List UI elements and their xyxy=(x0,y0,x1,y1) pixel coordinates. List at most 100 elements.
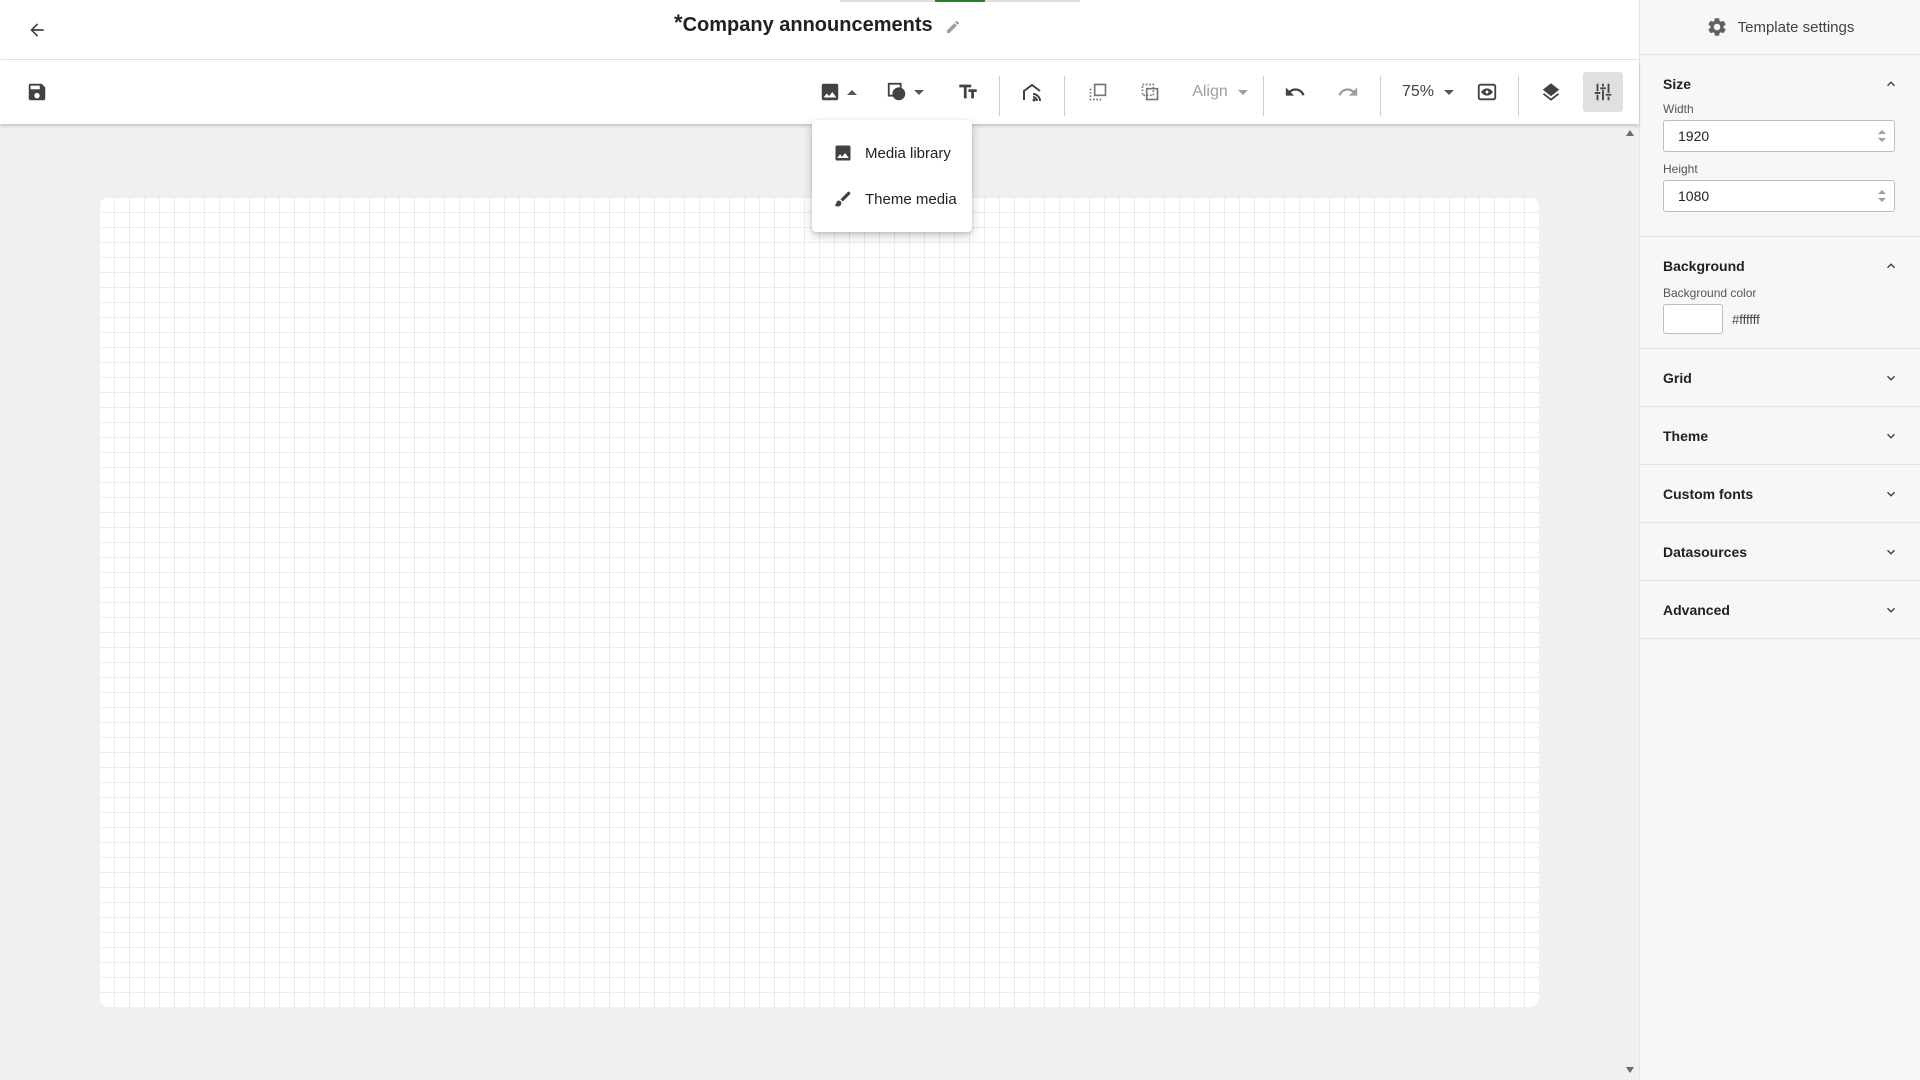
spin-down-icon[interactable] xyxy=(1878,138,1886,142)
add-shape-button[interactable] xyxy=(883,76,927,108)
add-text-button[interactable] xyxy=(955,76,981,108)
size-section-body: Width Height xyxy=(1640,102,1920,236)
layers-icon xyxy=(1542,83,1560,101)
template-canvas[interactable] xyxy=(99,197,1539,1007)
back-button[interactable] xyxy=(22,15,52,45)
background-color-value: #ffffff xyxy=(1732,311,1760,327)
toolbar-divider xyxy=(1380,76,1381,116)
send-backward-button[interactable] xyxy=(1137,76,1163,108)
chevron-down-icon xyxy=(914,89,924,95)
width-stepper[interactable] xyxy=(1878,130,1886,142)
send-backward-icon xyxy=(1141,83,1159,101)
image-icon xyxy=(835,145,851,161)
height-input[interactable] xyxy=(1678,188,1848,204)
spin-up-icon[interactable] xyxy=(1878,190,1886,194)
section-title: Advanced xyxy=(1663,601,1730,618)
menu-item-theme-media[interactable]: Theme media xyxy=(812,176,972,222)
bring-forward-button[interactable] xyxy=(1085,76,1111,108)
editor-workspace[interactable] xyxy=(0,124,1639,1080)
layers-button[interactable] xyxy=(1537,76,1565,108)
advanced-section: Advanced xyxy=(1640,581,1920,639)
height-stepper[interactable] xyxy=(1878,190,1886,202)
save-icon xyxy=(28,83,46,101)
chevron-down-icon xyxy=(1237,89,1248,95)
menu-item-media-library[interactable]: Media library xyxy=(812,130,972,176)
section-title: Size xyxy=(1663,75,1692,92)
chevron-up-icon xyxy=(1886,262,1896,268)
scroll-up-arrow-icon[interactable] xyxy=(1626,130,1634,136)
save-button[interactable] xyxy=(24,76,50,108)
datasources-section-header[interactable]: Datasources xyxy=(1640,523,1920,580)
custom-fonts-section-header[interactable]: Custom fonts xyxy=(1640,465,1920,522)
toolbar-divider xyxy=(1518,76,1519,116)
panel-header: Template settings xyxy=(1640,0,1920,55)
chevron-down-icon xyxy=(1886,549,1896,555)
toolbar-divider xyxy=(999,76,1000,116)
chevron-down-icon xyxy=(1886,491,1896,497)
loading-indicator xyxy=(840,0,1080,2)
title-bar: *Company announcements xyxy=(0,0,1639,60)
widget-icon xyxy=(1023,83,1041,102)
undo-icon xyxy=(1285,87,1305,96)
chevron-down-icon xyxy=(1886,375,1896,381)
theme-section-header[interactable]: Theme xyxy=(1640,407,1920,464)
size-section: Size Width Height xyxy=(1640,55,1920,237)
toolbar-divider xyxy=(1064,76,1065,116)
zoom-menu-button[interactable]: 75% xyxy=(1399,76,1457,108)
text-format-icon xyxy=(959,84,977,99)
gear-icon xyxy=(1708,18,1726,36)
section-title: Datasources xyxy=(1663,543,1748,560)
section-title: Background xyxy=(1663,257,1745,274)
advanced-section-header[interactable]: Advanced xyxy=(1640,581,1920,638)
theme-section: Theme xyxy=(1640,407,1920,465)
section-title: Theme xyxy=(1663,427,1709,444)
background-color-label: Background color xyxy=(1663,286,1757,300)
loading-indicator-fill xyxy=(935,0,985,2)
add-image-button[interactable] xyxy=(815,76,861,108)
background-color-row: #ffffff xyxy=(1663,304,1897,334)
template-title-group: *Company announcements xyxy=(674,10,961,42)
panel-title: Template settings xyxy=(1737,18,1855,36)
bring-forward-icon xyxy=(1089,83,1107,101)
caret-up-icon xyxy=(847,89,857,95)
height-field xyxy=(1663,180,1895,212)
chevron-down-icon xyxy=(1886,607,1896,613)
width-input[interactable] xyxy=(1678,128,1848,144)
add-widget-button[interactable] xyxy=(1019,76,1047,108)
custom-fonts-section: Custom fonts xyxy=(1640,465,1920,523)
background-section: Background Background color #ffffff xyxy=(1640,237,1920,349)
shapes-icon xyxy=(887,82,906,101)
align-menu-button[interactable]: Align xyxy=(1187,76,1253,108)
grid-section: Grid xyxy=(1640,349,1920,407)
scroll-down-arrow-icon[interactable] xyxy=(1626,1067,1634,1073)
chevron-down-icon xyxy=(1886,433,1896,439)
pencil-icon[interactable] xyxy=(945,19,961,35)
grid-section-header[interactable]: Grid xyxy=(1640,349,1920,406)
chevron-up-icon xyxy=(1886,80,1896,86)
section-title: Grid xyxy=(1663,369,1692,386)
background-section-body: Background color #ffffff xyxy=(1640,286,1920,348)
preview-icon xyxy=(1477,83,1497,101)
editor-toolbar: Align 75% xyxy=(0,60,1639,124)
background-color-swatch[interactable] xyxy=(1663,304,1723,334)
unsaved-marker: * xyxy=(674,10,683,35)
width-field xyxy=(1663,120,1895,152)
redo-button[interactable] xyxy=(1335,76,1361,108)
zoom-level: 75% xyxy=(1401,83,1435,100)
arrow-back-icon xyxy=(30,23,44,37)
undo-button[interactable] xyxy=(1282,76,1308,108)
menu-item-label: Media library xyxy=(865,144,951,162)
height-label: Height xyxy=(1663,162,1698,176)
redo-icon xyxy=(1338,87,1358,96)
toolbar-divider xyxy=(1263,76,1264,116)
align-label: Align xyxy=(1192,83,1228,100)
template-title-text: Company announcements xyxy=(682,14,933,36)
preview-button[interactable] xyxy=(1474,76,1500,108)
tune-icon xyxy=(1594,83,1612,101)
properties-toggle-button[interactable] xyxy=(1583,72,1623,112)
datasources-section: Datasources xyxy=(1640,523,1920,581)
template-title[interactable]: *Company announcements xyxy=(674,10,933,40)
spin-down-icon[interactable] xyxy=(1878,198,1886,202)
spin-up-icon[interactable] xyxy=(1878,130,1886,134)
template-settings-panel: Template settings Size Width Height xyxy=(1639,0,1920,1080)
